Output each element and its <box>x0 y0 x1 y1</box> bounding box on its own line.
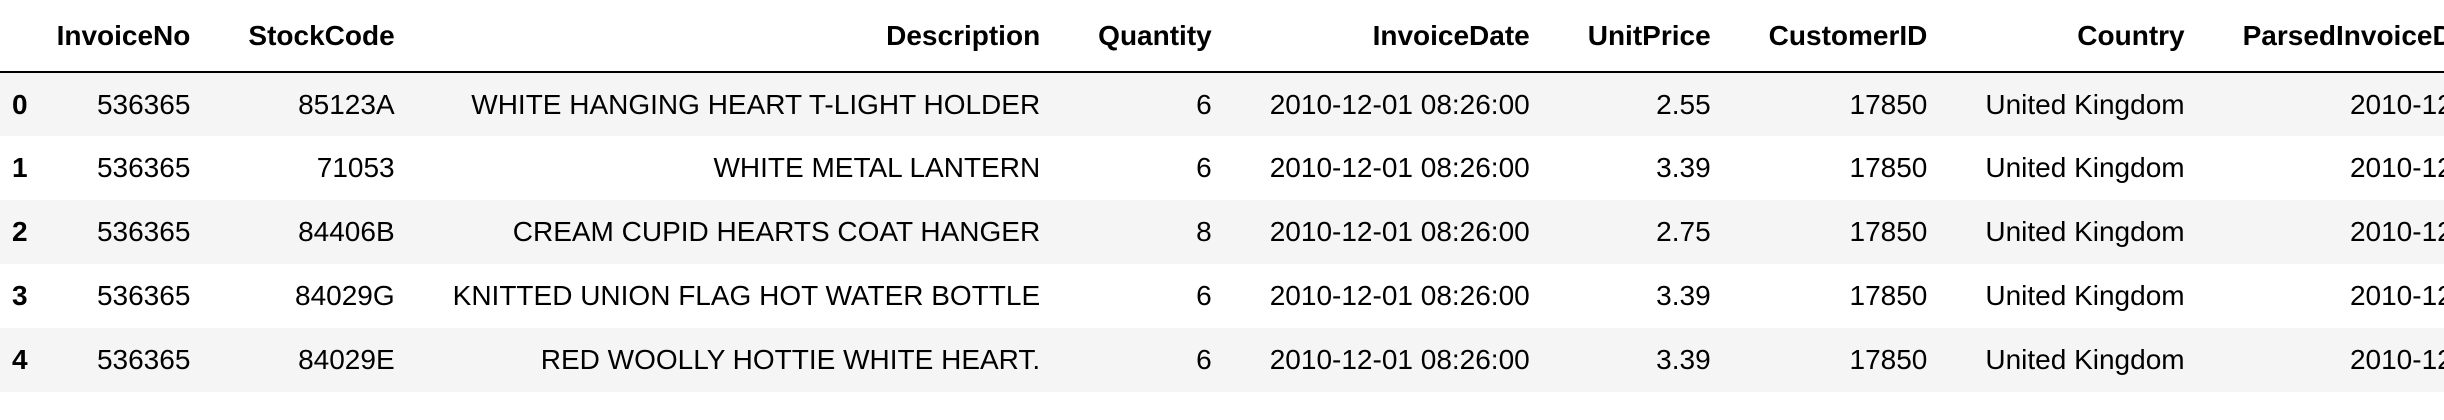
table-row: 0 536365 85123A WHITE HANGING HEART T-LI… <box>0 72 2444 136</box>
cell-parsedinvoicedate: 2010-12-01 <box>2349 344 2444 375</box>
cell-country: United Kingdom <box>1985 152 2185 183</box>
index-header <box>0 0 28 73</box>
cell-country: United Kingdom <box>1985 280 2185 311</box>
cell-description: CREAM CUPID HEARTS COAT HANGER <box>512 216 1041 247</box>
table-row: 1 536365 71053 WHITE METAL LANTERN 6 201… <box>0 136 2444 200</box>
column-header-parsedinvoicedate: ParsedInvoiceDate <box>2213 0 2444 73</box>
cell-invoicedate: 2010-12-01 08:26:00 <box>1269 88 1530 120</box>
cell-description: KNITTED UNION FLAG HOT WATER BOTTLE <box>452 280 1041 311</box>
column-header-unitprice: UnitPrice <box>1558 0 1740 73</box>
column-header-invoiceno: InvoiceNo <box>27 0 220 73</box>
cell-invoiceno: 536365 <box>96 88 191 120</box>
cell-invoicedate: 2010-12-01 08:26:00 <box>1269 152 1530 183</box>
row-index: 3 <box>12 280 28 311</box>
cell-quantity: 8 <box>1196 216 1212 247</box>
cell-customerid: 17850 <box>1849 280 1928 311</box>
cell-invoiceno: 536365 <box>96 152 191 183</box>
cell-invoicedate: 2010-12-01 08:26:00 <box>1269 216 1530 247</box>
cell-customerid: 17850 <box>1849 152 1928 183</box>
table-row: 2 536365 84406B CREAM CUPID HEARTS COAT … <box>0 200 2444 264</box>
row-index: 4 <box>12 344 28 375</box>
cell-invoiceno: 536365 <box>96 216 191 247</box>
cell-parsedinvoicedate: 2010-12-01 <box>2349 280 2444 311</box>
table-row: 3 536365 84029G KNITTED UNION FLAG HOT W… <box>0 264 2444 328</box>
cell-parsedinvoicedate: 2010-12-01 <box>2349 152 2444 183</box>
cell-unitprice: 3.39 <box>1656 344 1711 375</box>
cell-invoiceno: 536365 <box>96 280 191 311</box>
cell-unitprice: 2.55 <box>1656 88 1711 120</box>
cell-customerid: 17850 <box>1849 216 1928 247</box>
cell-customerid: 17850 <box>1849 88 1928 120</box>
cell-invoicedate: 2010-12-01 08:26:00 <box>1269 280 1530 311</box>
column-header-quantity: Quantity <box>1069 0 1241 73</box>
dataframe-output: InvoiceNo StockCode Description Quantity… <box>0 0 2444 392</box>
cell-quantity: 6 <box>1196 344 1212 375</box>
cell-country: United Kingdom <box>1985 344 2185 375</box>
cell-description: WHITE METAL LANTERN <box>713 152 1041 183</box>
cell-stockcode: 71053 <box>316 152 395 183</box>
cell-description: WHITE HANGING HEART T-LIGHT HOLDER <box>471 88 1041 120</box>
cell-unitprice: 2.75 <box>1656 216 1711 247</box>
cell-quantity: 6 <box>1196 152 1212 183</box>
cell-unitprice: 3.39 <box>1656 152 1711 183</box>
column-header-invoicedate: InvoiceDate <box>1240 0 1559 73</box>
table-row: 4 536365 84029E RED WOOLLY HOTTIE WHITE … <box>0 328 2444 392</box>
row-index: 0 <box>12 88 28 120</box>
cell-quantity: 6 <box>1196 280 1212 311</box>
column-header-description: Description <box>423 0 1070 73</box>
cell-stockcode: 84406B <box>298 216 395 247</box>
cell-unitprice: 3.39 <box>1656 280 1711 311</box>
cell-parsedinvoicedate: 2010-12-01 <box>2349 216 2444 247</box>
row-index: 1 <box>12 152 28 183</box>
cell-stockcode: 85123A <box>298 88 395 120</box>
row-index: 2 <box>12 216 28 247</box>
cell-invoiceno: 536365 <box>96 344 191 375</box>
column-header-stockcode: StockCode <box>219 0 424 73</box>
cell-parsedinvoicedate: 2010-12-01 <box>2349 88 2444 120</box>
cell-country: United Kingdom <box>1985 88 2185 120</box>
cell-invoicedate: 2010-12-01 08:26:00 <box>1269 344 1530 375</box>
column-header-country: Country <box>1956 0 2214 73</box>
cell-description: RED WOOLLY HOTTIE WHITE HEART. <box>540 344 1041 375</box>
dataframe-table: InvoiceNo StockCode Description Quantity… <box>0 0 2444 392</box>
header-row: InvoiceNo StockCode Description Quantity… <box>0 0 2444 73</box>
column-header-customerid: CustomerID <box>1739 0 1957 73</box>
cell-quantity: 6 <box>1196 88 1212 120</box>
cell-stockcode: 84029G <box>295 280 395 311</box>
cell-customerid: 17850 <box>1849 344 1928 375</box>
cell-country: United Kingdom <box>1985 216 2185 247</box>
cell-stockcode: 84029E <box>298 344 395 375</box>
